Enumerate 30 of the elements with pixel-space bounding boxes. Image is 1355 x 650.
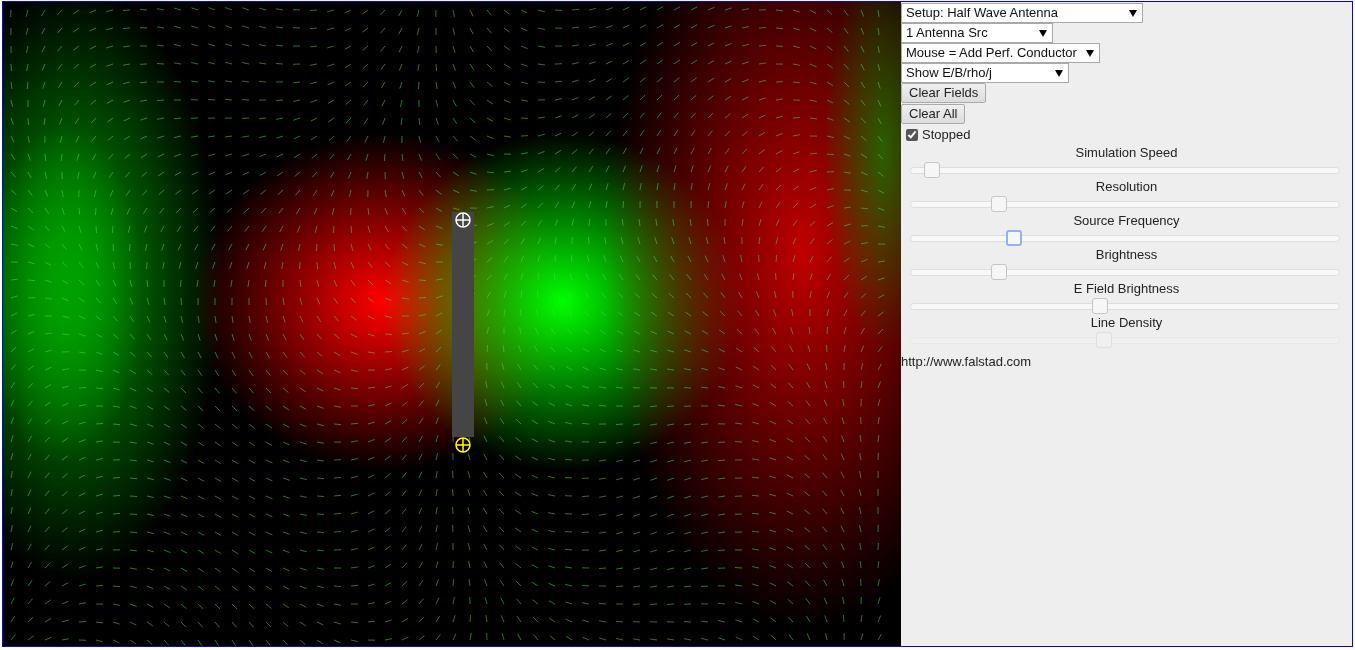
- checkbox[interactable]: [906, 128, 918, 141]
- caret-icon: [1129, 9, 1137, 17]
- slider-thumb[interactable]: [924, 161, 941, 178]
- slider-label: Source Frequency: [1072, 212, 1181, 228]
- dropdown-select[interactable]: Mouse = Add Perf. Conductor: [901, 43, 1100, 63]
- caret-icon: [1055, 69, 1063, 77]
- slider-label: Line Density: [1089, 314, 1164, 330]
- website-link[interactable]: http://www.falstad.com: [901, 353, 1032, 369]
- slider-thumb[interactable]: [1092, 297, 1109, 314]
- push-button[interactable]: Clear All: [901, 104, 966, 124]
- dropdown-select[interactable]: Setup: Half Wave Antenna: [901, 3, 1143, 23]
- slider-label: Brightness: [1094, 246, 1159, 262]
- slider-label: Resolution: [1094, 178, 1159, 194]
- slider[interactable]: [910, 228, 1340, 247]
- crosshair-icon[interactable]: [455, 437, 471, 453]
- dropdown-select[interactable]: 1 Antenna Src: [901, 23, 1053, 43]
- slider[interactable]: [910, 296, 1340, 315]
- caret-icon: [1086, 49, 1094, 57]
- slider-thumb[interactable]: [1006, 229, 1023, 246]
- slider-thumb[interactable]: [990, 263, 1007, 280]
- slider[interactable]: [910, 194, 1340, 213]
- slider[interactable]: [910, 262, 1340, 281]
- slider-label: Simulation Speed: [1074, 144, 1179, 160]
- slider-thumb[interactable]: [990, 195, 1007, 212]
- slider-label: E Field Brightness: [1072, 280, 1181, 296]
- caret-icon: [1039, 29, 1047, 37]
- dropdown-select[interactable]: Show E/B/rho/j: [901, 63, 1069, 83]
- checkbox-label: Stopped: [922, 126, 971, 144]
- push-button[interactable]: Clear Fields: [901, 83, 987, 103]
- slider[interactable]: [910, 160, 1340, 179]
